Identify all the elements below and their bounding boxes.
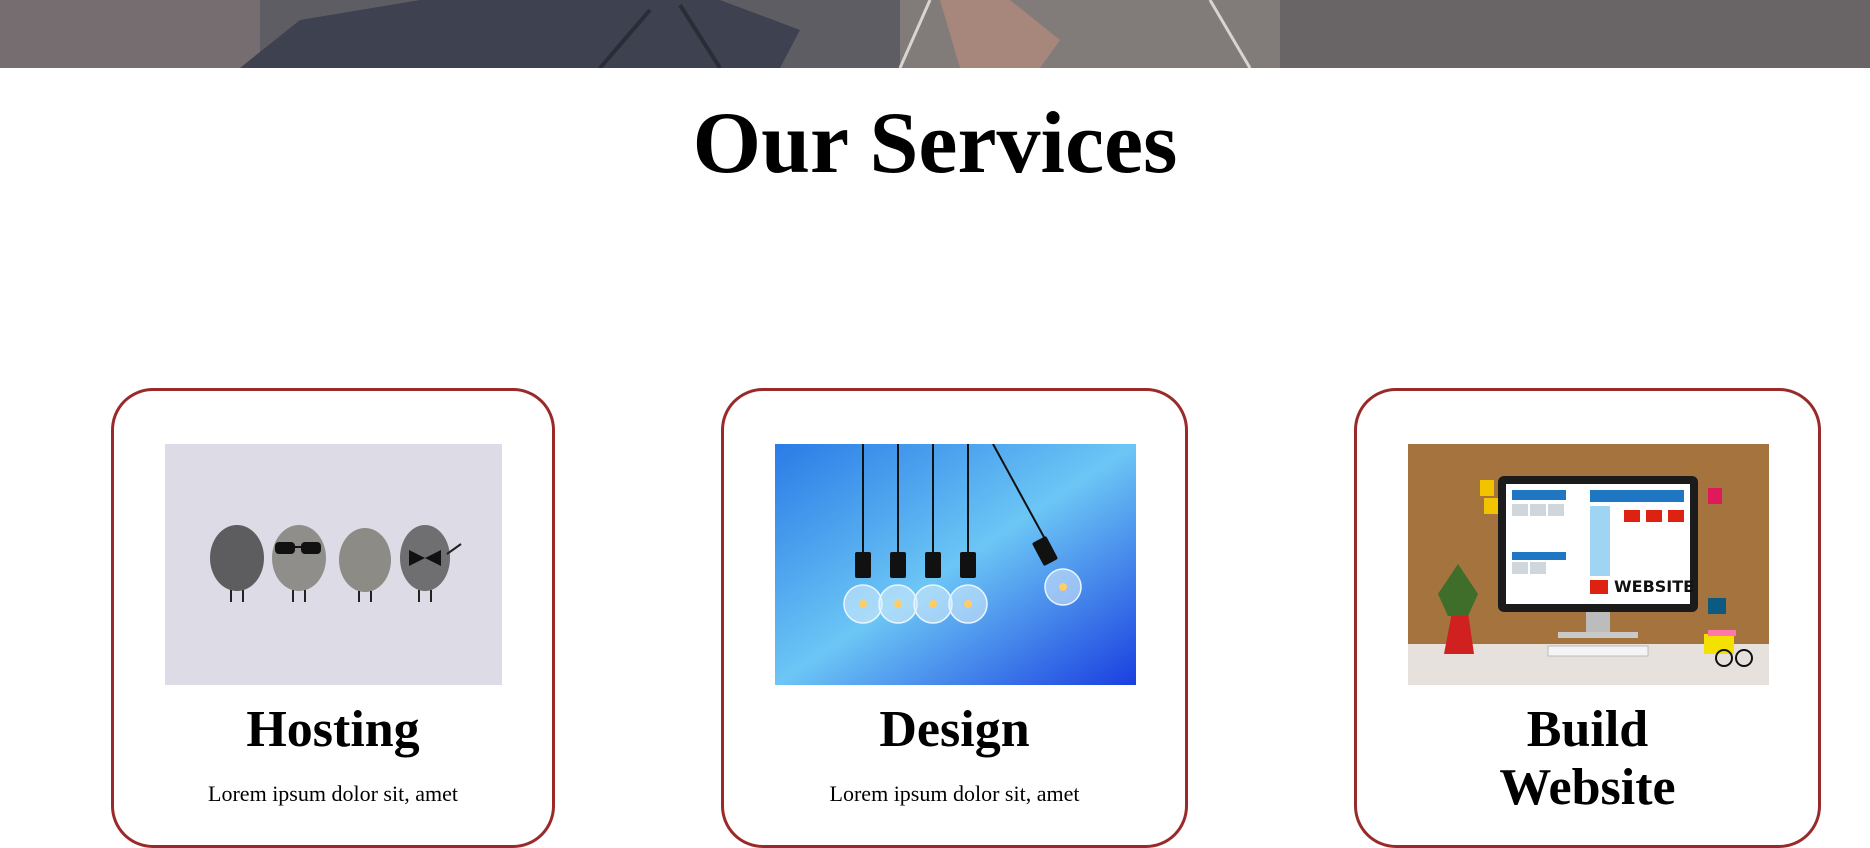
hero-photo-icon <box>0 0 1870 68</box>
pebble-characters-icon <box>165 444 502 685</box>
card-title: Build Website <box>1499 701 1676 816</box>
website-monitor-icon: WEBSITE <box>1408 444 1769 685</box>
card-title: Design <box>879 701 1030 758</box>
svg-text:WEBSITE: WEBSITE <box>1614 577 1694 596</box>
card-image: WEBSITE <box>1408 444 1769 685</box>
card-image <box>165 444 502 685</box>
card-title: Hosting <box>246 701 420 758</box>
light-bulbs-icon <box>775 444 1136 685</box>
service-card-build-website[interactable]: WEBSITE Build Website <box>1354 388 1821 848</box>
card-description: Lorem ipsum dolor sit, amet <box>829 781 1080 806</box>
page-title: Our Services <box>692 95 1178 192</box>
card-image <box>775 444 1136 685</box>
service-card-hosting[interactable]: Hosting Lorem ipsum dolor sit, amet <box>111 388 555 848</box>
hero-image <box>0 0 1870 68</box>
service-card-design[interactable]: Design Lorem ipsum dolor sit, amet <box>721 388 1188 848</box>
card-description: Lorem ipsum dolor sit, amet <box>208 781 458 806</box>
